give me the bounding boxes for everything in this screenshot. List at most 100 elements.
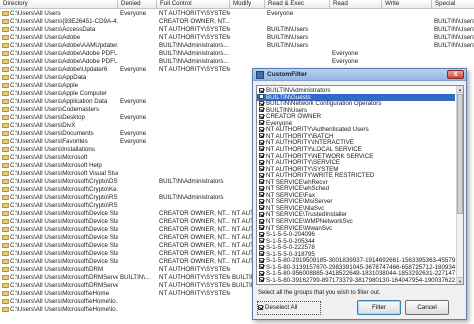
- checkbox-icon[interactable]: [259, 107, 264, 113]
- cell-text: C:\Users\All Users\Adobe: [10, 34, 81, 41]
- dialog-titlebar[interactable]: CustomFilter X: [253, 69, 466, 81]
- directory-cell: C:\Users\All Users\Adobe: [0, 34, 118, 42]
- checkbox-icon[interactable]: [259, 225, 264, 231]
- cell-text: C:\Users\All Users\DivX: [10, 122, 76, 129]
- checkbox-icon[interactable]: [259, 94, 264, 100]
- checkbox-icon[interactable]: [259, 120, 264, 126]
- checkbox-icon[interactable]: [259, 185, 264, 191]
- directory-cell: C:\Users\All Users\Codemasters: [0, 106, 118, 114]
- cell-text: CREATOR OWNER, NT...: [159, 258, 230, 265]
- directory-cell: C:\Users\All Users\Microsoft\Crypto\Ke..…: [0, 186, 118, 194]
- checkbox-icon[interactable]: [259, 146, 264, 152]
- checkbox-icon[interactable]: [259, 270, 264, 276]
- folder-icon: [2, 298, 9, 304]
- cell-text: C:\Users\All Users\Favorites: [10, 138, 88, 145]
- cell-text: C:\Users\All Users\Microsoft\DRMServer: [10, 274, 118, 281]
- column-header[interactable]: Full Control: [157, 0, 230, 9]
- permission-cell: [118, 162, 157, 170]
- table-row[interactable]: C:\Users\All Users\{93E26451-CD9A-4... CR…: [0, 18, 474, 26]
- deselect-all-checkbox[interactable]: Deselect All: [257, 301, 321, 315]
- checkbox-icon[interactable]: [259, 113, 264, 119]
- permission-cell: [382, 18, 432, 26]
- checkbox-icon[interactable]: [259, 126, 264, 132]
- permission-cell: [118, 242, 157, 250]
- checkbox-icon[interactable]: [259, 277, 264, 283]
- permission-cell: [157, 186, 230, 194]
- permission-cell: [118, 234, 157, 242]
- table-row[interactable]: C:\Users\All Users\Adobe\Adobe PDF\... BU…: [0, 58, 474, 66]
- column-header[interactable]: Read & Exec: [265, 0, 330, 9]
- column-header[interactable]: Modify: [230, 0, 265, 9]
- folder-icon: [2, 90, 9, 96]
- cell-text: C:\Users\All Users\Apple Computer: [10, 90, 107, 97]
- folder-icon: [2, 146, 9, 152]
- permission-cell: [330, 18, 382, 26]
- group-checklist[interactable]: BUILTIN\Administrators BUILTIN\Guests BUIL…: [256, 85, 464, 285]
- table-row[interactable]: C:\Users\All Users\Adobe NT AUTHORITY\SYS…: [0, 34, 474, 42]
- checkbox-icon[interactable]: [259, 172, 264, 178]
- checkbox-icon[interactable]: [259, 192, 264, 198]
- close-button[interactable]: X: [447, 70, 464, 79]
- checkbox-icon[interactable]: [259, 153, 264, 158]
- checkbox-icon[interactable]: [259, 159, 264, 165]
- column-header[interactable]: Read: [330, 0, 382, 9]
- table-row[interactable]: C:\Users\All Users\AccessData NT AUTHORIT…: [0, 26, 474, 34]
- permission-cell: [118, 218, 157, 226]
- permission-cell: CREATOR OWNER, NT...: [157, 242, 230, 250]
- checkbox-icon[interactable]: [259, 198, 264, 204]
- permission-cell: Everyone: [118, 10, 157, 18]
- cell-text: C:\Users\All Users\Apple: [10, 82, 79, 89]
- checkbox-icon[interactable]: [259, 211, 264, 217]
- checklist-item[interactable]: S-1-5-80-39162799-897173379-3817980130-1…: [257, 277, 455, 284]
- permission-cell: [230, 10, 265, 18]
- checkbox-icon[interactable]: [259, 139, 264, 145]
- checkbox-icon[interactable]: [259, 87, 264, 93]
- permission-cell: BUILTIN\Administrators...: [157, 58, 230, 66]
- checkbox-icon[interactable]: [259, 100, 264, 106]
- table-row[interactable]: C:\Users\All Users Everyone NT AUTHORITY\S…: [0, 10, 474, 18]
- permission-cell: BUILTIN\Users: [432, 34, 474, 42]
- folder-icon: [2, 138, 9, 144]
- checkbox-icon[interactable]: [259, 133, 264, 139]
- cell-text: BUILTIN\Administrators: [159, 178, 224, 185]
- checkbox-icon[interactable]: [259, 238, 264, 244]
- checkbox-icon[interactable]: [259, 257, 264, 263]
- vertical-scrollbar[interactable]: ▲ ▼: [456, 86, 463, 284]
- permission-cell: CREATOR OWNER, NT...: [157, 18, 230, 26]
- column-header[interactable]: Directory: [0, 0, 118, 9]
- cancel-button[interactable]: Cancel: [405, 300, 449, 315]
- scroll-thumb[interactable]: [457, 94, 463, 214]
- scroll-down-arrow-icon[interactable]: ▼: [457, 277, 463, 284]
- cell-text: C:\Users\All Users\Microsoft\Device Sta.…: [10, 242, 118, 249]
- folder-icon: [2, 266, 9, 272]
- column-header[interactable]: Special: [432, 0, 474, 9]
- checkbox-icon[interactable]: [259, 231, 264, 237]
- checkbox-icon[interactable]: [258, 304, 263, 310]
- checkbox-icon[interactable]: [259, 264, 264, 270]
- directory-cell: C:\Users\All Users\Microsoft\Crypto\DS..…: [0, 178, 118, 186]
- checkbox-icon[interactable]: [259, 218, 264, 224]
- deselect-all-label: Deselect All: [265, 304, 298, 311]
- column-header[interactable]: Denied: [118, 0, 157, 9]
- checkbox-icon[interactable]: [259, 166, 264, 172]
- permission-cell: CREATOR OWNER, NT...: [157, 226, 230, 234]
- scroll-up-arrow-icon[interactable]: ▲: [457, 86, 463, 93]
- permission-cell: [118, 210, 157, 218]
- table-row[interactable]: C:\Users\All Users\Adobe\AAMUpdater... BU…: [0, 42, 474, 50]
- column-header[interactable]: Write: [382, 0, 432, 9]
- permission-cell: [118, 250, 157, 258]
- folder-icon: [2, 106, 9, 112]
- permission-cell: [157, 106, 230, 114]
- instruction-text: Select all the groups that you wish to f…: [258, 290, 381, 296]
- filter-button[interactable]: Filter: [357, 300, 401, 315]
- table-row[interactable]: C:\Users\All Users\Adobe\Adobe PDF\... BU…: [0, 50, 474, 58]
- cell-text: NT AUTHORITY\SYSTEM...: [159, 282, 230, 289]
- cell-text: C:\Users\All Users\Microsoft\Device Sta.…: [10, 258, 118, 265]
- cell-text: C:\Users\All Users\AppData: [10, 74, 87, 81]
- checkbox-icon[interactable]: [259, 205, 264, 211]
- checkbox-icon[interactable]: [259, 244, 264, 250]
- checkbox-icon[interactable]: [259, 179, 264, 185]
- directory-cell: C:\Users\All Users\{93E26451-CD9A-4...: [0, 18, 118, 26]
- checkbox-icon[interactable]: [259, 251, 264, 257]
- folder-icon: [2, 218, 9, 224]
